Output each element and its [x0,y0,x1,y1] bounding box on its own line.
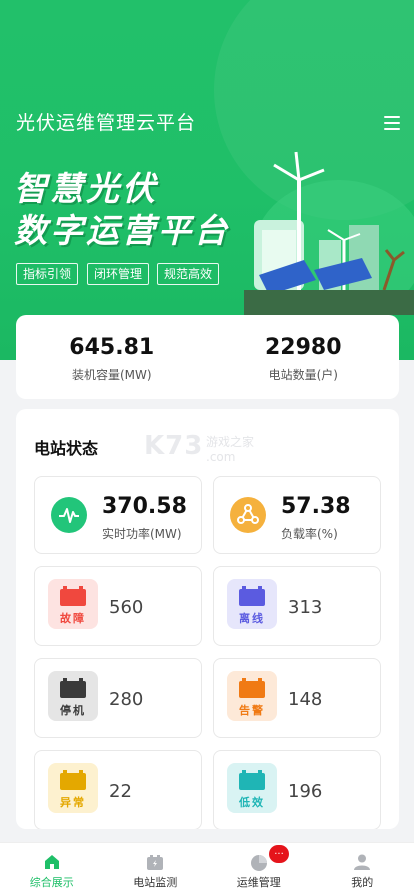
waveform-icon [51,497,87,533]
state-stopped-box[interactable]: 停机 280 [34,658,202,738]
state-low-efficiency-box[interactable]: 低效 196 [213,750,381,829]
section-title: 电站状态 [34,439,99,458]
tab-label: 运维管理 [236,876,281,889]
summary-card: 645.81 装机容量(MW) 22980 电站数量(户) [16,315,399,399]
pie-icon [249,852,269,872]
tab-station-monitor[interactable]: 电站监测 [104,843,208,896]
abnormal-battery-icon: 异常 [48,763,98,813]
load-value: 57.38 [281,494,351,519]
watermark-sub: 游戏之家 .com [206,433,254,464]
capacity-value: 645.81 [69,335,155,360]
state-count: 22 [109,781,132,802]
capacity-stat[interactable]: 645.81 装机容量(MW) [16,315,208,399]
notification-badge: ... [269,845,289,863]
state-label: 离线 [239,612,265,625]
state-label: 低效 [239,796,265,809]
slogan-line2: 数字运营平台 [14,211,230,250]
user-icon [352,852,372,872]
load-label: 负载率(%) [281,527,338,541]
state-label: 告警 [239,704,265,717]
tag-guide: 指标引领 [16,263,79,285]
tab-maintenance[interactable]: ... 运维管理 [207,843,311,896]
state-offline-box[interactable]: 离线 313 [213,566,381,646]
alarm-battery-icon: 告警 [227,671,277,721]
solar-wind-illustration-icon [244,151,414,315]
tag-standard: 规范高效 [157,263,220,285]
slogan-line1: 智慧光伏 [14,169,158,208]
low-efficiency-battery-icon: 低效 [227,763,277,813]
watermark-text: 游戏之家 [206,435,255,449]
app-title: 光伏运维管理云平台 [16,112,197,134]
station-count-stat[interactable]: 22980 电站数量(户) [208,315,400,399]
watermark-domain: .com [206,450,236,464]
station-count-value: 22980 [264,335,342,360]
power-label: 实时功率(MW) [102,527,182,541]
state-count: 196 [288,781,323,802]
state-fault-box[interactable]: 故障 560 [34,566,202,646]
tab-overview[interactable]: 综合展示 [0,843,104,896]
capacity-label: 装机容量(MW) [71,368,152,382]
realtime-power-box[interactable]: 370.58 实时功率(MW) [34,476,202,554]
station-count-label: 电站数量(户) [268,368,338,382]
bottom-tab-bar: 综合展示 电站监测 ... 运维管理 我的 [0,842,414,896]
station-status-card: 电站状态 K73 游戏之家 .com 370.58 实时功率(MW) 57.38 … [16,409,399,829]
state-count: 560 [109,597,144,618]
stopped-battery-icon: 停机 [48,671,98,721]
power-value: 370.58 [102,494,187,519]
menu-icon[interactable] [384,116,400,130]
state-alarm-box[interactable]: 告警 148 [213,658,381,738]
fault-battery-icon: 故障 [48,579,98,629]
tag-closed-loop: 闭环管理 [87,263,150,285]
state-count: 280 [109,689,144,710]
share-nodes-icon [230,497,266,533]
state-count: 148 [288,689,323,710]
state-label: 故障 [60,612,86,625]
offline-battery-icon: 离线 [227,579,277,629]
state-label: 停机 [60,704,86,717]
hero-banner: 光伏运维管理云平台 智慧光伏 数字运营平台 指标引领 闭环管理 规范高效 [0,0,414,360]
battery-monitor-icon [145,852,165,872]
home-icon [42,852,62,872]
tab-label: 综合展示 [29,876,74,889]
watermark-logo: K73 [144,431,204,461]
load-rate-box[interactable]: 57.38 负载率(%) [213,476,381,554]
state-count: 313 [288,597,323,618]
state-abnormal-box[interactable]: 异常 22 [34,750,202,829]
tab-label: 我的 [351,876,374,889]
tab-label: 电站监测 [133,876,178,889]
state-label: 异常 [60,796,86,809]
tab-profile[interactable]: 我的 [311,843,414,896]
